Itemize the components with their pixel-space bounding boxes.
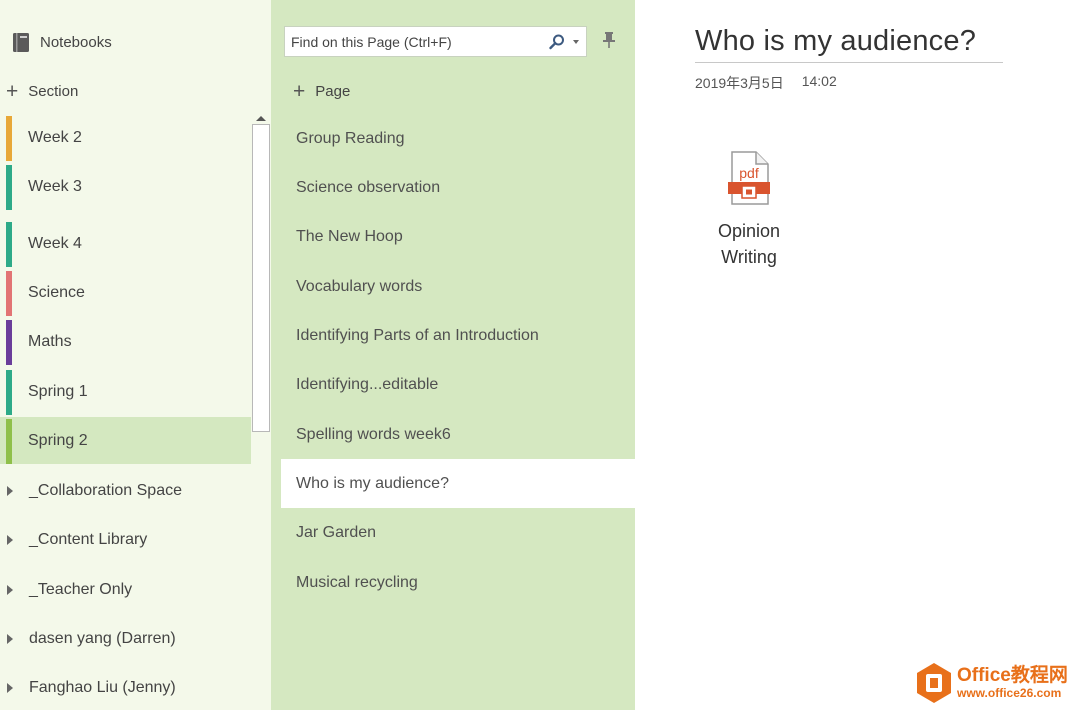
page-item-selected[interactable]: Who is my audience? <box>281 459 635 508</box>
section-label: Maths <box>28 332 72 350</box>
section-color-bar <box>6 165 12 210</box>
pdf-attachment[interactable]: pdf Opinion Writing <box>705 150 793 270</box>
expand-triangle-icon[interactable] <box>7 683 13 693</box>
section-group-label: _Teacher Only <box>29 581 133 598</box>
section-color-bar <box>6 419 12 464</box>
section-label: Spring 1 <box>28 382 88 400</box>
search-scope-dropdown-icon[interactable] <box>573 40 579 44</box>
page-item[interactable]: Identifying...editable <box>281 360 635 409</box>
sections-pane: Notebooks + Section Week 2 Week 3 Week 4… <box>0 0 271 710</box>
notebook-icon <box>12 32 30 53</box>
plus-icon: + <box>293 79 306 103</box>
section-tab-selected[interactable]: Spring 2 <box>0 417 251 464</box>
page-label: The New Hoop <box>296 227 403 245</box>
page-item[interactable]: Identifying Parts of an Introduction <box>281 311 635 360</box>
section-color-bar <box>6 370 12 415</box>
office-logo-icon <box>917 663 951 703</box>
plus-icon: + <box>6 79 19 103</box>
section-group[interactable]: Fanghao Liu (Jenny) <box>0 668 251 708</box>
page-label: Identifying Parts of an Introduction <box>296 326 539 344</box>
section-label: Spring 2 <box>28 431 88 449</box>
add-page-button[interactable]: + Page <box>293 80 350 102</box>
page-label: Who is my audience? <box>296 474 449 492</box>
pdf-icon-text: pdf <box>739 165 759 181</box>
page-label: Identifying...editable <box>296 375 439 393</box>
section-group[interactable]: _Content Library <box>0 520 251 560</box>
page-item[interactable]: Spelling words week6 <box>281 410 635 459</box>
section-label: Week 4 <box>28 234 82 252</box>
section-group-label: _Collaboration Space <box>29 482 182 499</box>
page-label: Science observation <box>296 178 441 196</box>
pages-pane: + Page Group Reading Science observation… <box>271 0 635 710</box>
section-group[interactable]: _Collaboration Space <box>0 471 251 511</box>
expand-triangle-icon[interactable] <box>7 585 13 595</box>
section-scrollbar[interactable] <box>252 112 270 432</box>
section-group[interactable]: dasen yang (Darren) <box>0 619 251 659</box>
pdf-file-icon: pdf <box>728 151 770 205</box>
page-label: Group Reading <box>296 129 405 147</box>
pin-icon[interactable] <box>602 31 616 49</box>
page-label: Jar Garden <box>296 523 377 541</box>
section-group-label: _Content Library <box>29 531 148 548</box>
add-section-button[interactable]: + Section <box>6 80 78 102</box>
section-label: Week 3 <box>28 177 82 195</box>
page-content[interactable]: Who is my audience? 2019年3月5日 14:02 pdf … <box>635 0 1080 710</box>
section-label: Science <box>28 283 85 301</box>
section-color-bar <box>6 320 12 365</box>
attachment-label-line1: Opinion <box>717 221 781 241</box>
watermark-text: Office教程网 www.office26.com <box>957 665 1068 701</box>
attachment-label-line2: Writing <box>721 247 777 267</box>
page-title[interactable]: Who is my audience? <box>695 25 1003 63</box>
section-color-bar <box>6 222 12 267</box>
page-date: 2019年3月5日 <box>695 75 784 91</box>
scroll-up-arrow-icon[interactable] <box>252 112 270 124</box>
search-icon[interactable] <box>548 33 566 51</box>
page-label: Spelling words week6 <box>296 425 451 443</box>
section-tab[interactable]: Week 3 <box>0 163 251 210</box>
section-color-bar <box>6 271 12 316</box>
page-label: Musical recycling <box>296 573 418 591</box>
search-box[interactable] <box>284 26 587 57</box>
page-item[interactable]: Jar Garden <box>281 508 635 557</box>
section-group[interactable]: _Teacher Only <box>0 570 251 610</box>
section-group-label: dasen yang (Darren) <box>29 630 176 647</box>
section-label: Week 2 <box>28 128 82 146</box>
notebooks-label: Notebooks <box>40 33 112 51</box>
add-section-label: Section <box>28 82 79 100</box>
page-time: 14:02 <box>801 73 837 89</box>
section-tab[interactable]: Spring 1 <box>0 368 251 415</box>
section-tab[interactable]: Maths <box>0 318 251 365</box>
section-tab[interactable]: Week 4 <box>0 220 251 267</box>
expand-triangle-icon[interactable] <box>7 634 13 644</box>
add-page-label: Page <box>315 82 351 100</box>
section-color-bar <box>6 116 12 161</box>
scroll-thumb[interactable] <box>252 124 270 432</box>
page-item[interactable]: The New Hoop <box>281 212 635 261</box>
page-meta: 2019年3月5日 14:02 <box>695 73 837 93</box>
section-group-label: Fanghao Liu (Jenny) <box>29 679 176 696</box>
notebooks-button[interactable]: Notebooks <box>12 30 112 54</box>
expand-triangle-icon[interactable] <box>7 486 13 496</box>
attachment-label: Opinion Writing <box>705 218 793 270</box>
page-item[interactable]: Group Reading <box>281 114 635 163</box>
search-input[interactable] <box>285 27 535 56</box>
watermark: Office教程网 www.office26.com <box>915 660 1075 706</box>
watermark-url: www.office26.com <box>957 686 1062 700</box>
section-tab[interactable]: Science <box>0 269 251 316</box>
page-label: Vocabulary words <box>296 277 423 295</box>
section-tab[interactable]: Week 2 <box>0 114 251 161</box>
page-item[interactable]: Vocabulary words <box>281 262 635 311</box>
watermark-title: Office教程网 <box>957 665 1068 686</box>
expand-triangle-icon[interactable] <box>7 535 13 545</box>
page-item[interactable]: Musical recycling <box>281 558 635 607</box>
page-item[interactable]: Science observation <box>281 163 635 212</box>
